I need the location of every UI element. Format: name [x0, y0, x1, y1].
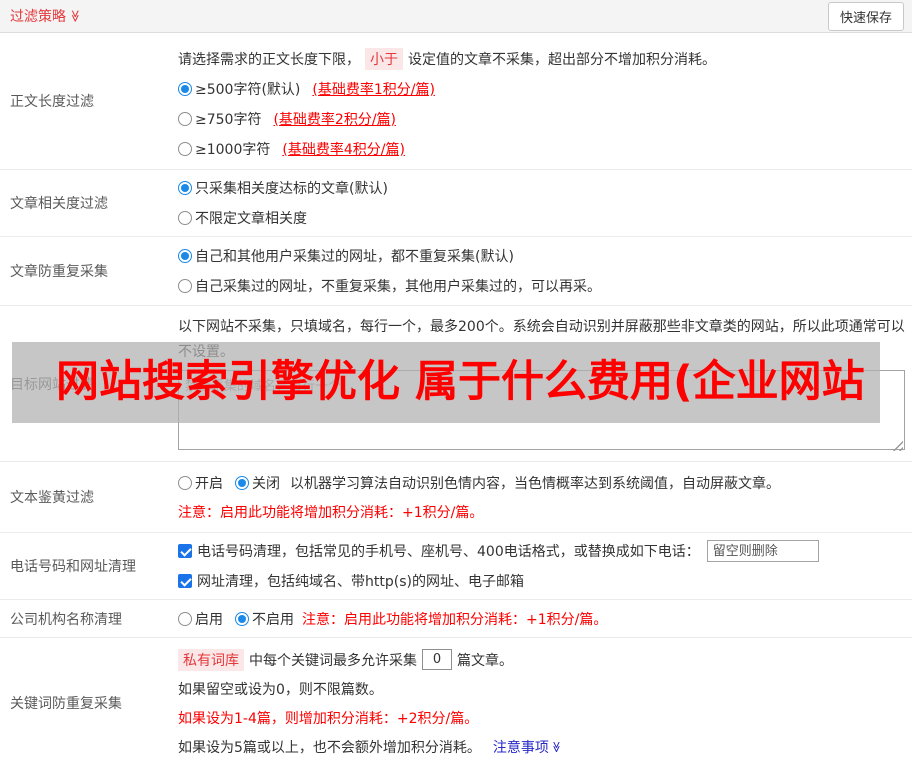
- target-site-description: 以下网站不采集，只填域名，每行一个，最多200个。系统会自动识别并屏蔽那些非文章…: [178, 319, 905, 360]
- radio-icon[interactable]: [235, 475, 249, 490]
- blocked-domains-textarea[interactable]: [178, 370, 905, 450]
- radio-dedup-self-only[interactable]: 自己采集过的网址，不重复采集，其他用户采集过的，可以再采。: [178, 276, 601, 296]
- radio-dedup-all-users[interactable]: 自己和其他用户采集过的网址，都不重复采集(默认): [178, 246, 514, 266]
- row-label: 文章相关度过滤: [10, 196, 108, 212]
- radio-icon[interactable]: [235, 611, 249, 626]
- radio-company-off[interactable]: 不启用: [235, 609, 294, 629]
- keyword-note-zero: 如果留空或设为0，则不限篇数。: [178, 681, 383, 698]
- intro-highlight: 小于: [365, 48, 403, 70]
- radio-label: 启用: [195, 611, 223, 628]
- keyword-note-5plus: 如果设为5篇或以上，也不会额外增加积分消耗。: [178, 739, 481, 756]
- radio-icon[interactable]: [178, 82, 192, 96]
- notice-link-label: 注意事项: [492, 739, 549, 756]
- row-phone-url-cleanup: 电话号码和网址清理 电话号码清理，包括常见的手机号、座机号、400电话格式，或替…: [0, 533, 912, 600]
- radio-relevance-any[interactable]: 不限定文章相关度: [178, 208, 307, 228]
- row-porn-filter: 文本鉴黄过滤 开启 关闭 以机器学习算法自动识别色情内容，当色情概率达到系统阈值…: [0, 462, 912, 533]
- url-cleanup-checkbox[interactable]: [178, 574, 192, 588]
- radio-icon[interactable]: [178, 475, 192, 490]
- company-cleanup-note: 注意：启用此功能将增加积分消耗：+1积分/篇。: [302, 611, 608, 628]
- radio-porn-on[interactable]: 开启: [178, 473, 223, 493]
- radio-label: ≥1000字符: [195, 142, 271, 158]
- radio-icon[interactable]: [178, 611, 192, 626]
- keyword-limit-text: 中每个关键词最多允许采集: [249, 652, 417, 669]
- radio-porn-off[interactable]: 关闭: [235, 473, 280, 493]
- radio-label: 自己采集过的网址，不重复采集，其他用户采集过的，可以再采。: [195, 279, 601, 295]
- intro-text-after: 设定值的文章不采集，超出部分不增加积分消耗。: [408, 52, 716, 68]
- chevron-down-icon: ≫: [549, 740, 563, 753]
- row-content-length-filter: 正文长度过滤 请选择需求的正文长度下限， 小于 设定值的文章不采集，超出部分不增…: [0, 33, 912, 170]
- radio-label: 不启用: [252, 611, 294, 628]
- row-company-cleanup: 公司机构名称清理 启用 不启用 注意：启用此功能将增加积分消耗：+1积分/篇。: [0, 600, 912, 638]
- notice-link[interactable]: 注意事项 ≫: [492, 737, 563, 757]
- page-title: 过滤策略: [10, 9, 66, 25]
- row-label: 公司机构名称清理: [10, 611, 122, 628]
- replacement-phone-input[interactable]: [706, 540, 819, 562]
- radio-label: ≥750字符: [195, 112, 262, 128]
- fee-note: (基础费率1积分/篇): [312, 82, 435, 98]
- max-articles-input[interactable]: [422, 649, 452, 670]
- row-article-dedup: 文章防重复采集 自己和其他用户采集过的网址，都不重复采集(默认) 自己采集过的网…: [0, 237, 912, 306]
- url-cleanup-label: 网址清理，包括纯域名、带http(s)的网址、电子邮箱: [197, 574, 524, 590]
- row-label: 关键词防重复采集: [10, 696, 122, 712]
- radio-label: 开启: [195, 475, 223, 492]
- keyword-note-1-4: 如果设为1-4篇，则增加积分消耗：+2积分/篇。: [178, 710, 479, 727]
- porn-filter-note: 注意：启用此功能将增加积分消耗：+1积分/篇。: [178, 504, 484, 521]
- radio-icon[interactable]: [178, 142, 192, 156]
- row-label: 目标网站过滤: [10, 376, 94, 393]
- length-filter-intro: 请选择需求的正文长度下限， 小于 设定值的文章不采集，超出部分不增加积分消耗。: [178, 44, 904, 74]
- radio-label: 自己和其他用户采集过的网址，都不重复采集(默认): [195, 249, 514, 265]
- quick-save-button[interactable]: 快速保存: [827, 1, 904, 31]
- radio-icon[interactable]: [178, 211, 192, 225]
- row-label: 电话号码和网址清理: [10, 559, 136, 575]
- radio-750-chars[interactable]: ≥750字符: [178, 109, 261, 129]
- phone-cleanup-label: 电话号码清理，包括常见的手机号、座机号、400电话格式，或替换成如下电话：: [197, 544, 700, 560]
- radio-icon[interactable]: [178, 249, 192, 263]
- row-label: 文章防重复采集: [10, 264, 108, 280]
- radio-relevance-only[interactable]: 只采集相关度达标的文章(默认): [178, 178, 388, 198]
- radio-icon[interactable]: [178, 112, 192, 126]
- filter-strategy-page: 过滤策略 ≫ 快速保存 正文长度过滤 请选择需求的正文长度下限， 小于 设定值的…: [0, 0, 912, 768]
- phone-cleanup-checkbox[interactable]: [178, 544, 192, 558]
- radio-1000-chars[interactable]: ≥1000字符: [178, 139, 270, 159]
- row-target-site-filter: 目标网站过滤 以下网站不采集，只填域名，每行一个，最多200个。系统会自动识别并…: [0, 306, 912, 462]
- private-lexicon-highlight: 私有词库: [178, 648, 244, 671]
- radio-label: 关闭: [252, 475, 280, 492]
- fee-note: (基础费率2积分/篇): [273, 112, 397, 128]
- radio-500-chars[interactable]: ≥500字符(默认): [178, 79, 300, 99]
- section-title-toggle[interactable]: 过滤策略 ≫: [10, 6, 82, 26]
- radio-icon[interactable]: [178, 181, 192, 195]
- row-label: 正文长度过滤: [10, 94, 94, 110]
- row-relevance-filter: 文章相关度过滤 只采集相关度达标的文章(默认) 不限定文章相关度: [0, 170, 912, 237]
- radio-label: ≥500字符(默认): [195, 82, 301, 98]
- keyword-limit-suffix: 篇文章。: [457, 652, 513, 669]
- radio-label: 只采集相关度达标的文章(默认): [195, 181, 388, 197]
- header-bar: 过滤策略 ≫ 快速保存: [0, 0, 912, 33]
- intro-text-before: 请选择需求的正文长度下限，: [178, 52, 360, 68]
- radio-company-on[interactable]: 启用: [178, 609, 223, 629]
- chevron-down-icon: ≫: [68, 9, 83, 23]
- porn-filter-description: 以机器学习算法自动识别色情内容，当色情概率达到系统阈值，自动屏蔽文章。: [290, 475, 780, 492]
- row-keyword-dedup: 关键词防重复采集 私有词库 中每个关键词最多允许采集 篇文章。 如果留空或设为0…: [0, 638, 912, 768]
- fee-note: (基础费率4积分/篇): [282, 142, 405, 158]
- radio-icon[interactable]: [178, 279, 192, 293]
- radio-label: 不限定文章相关度: [195, 211, 307, 227]
- row-label: 文本鉴黄过滤: [10, 490, 94, 506]
